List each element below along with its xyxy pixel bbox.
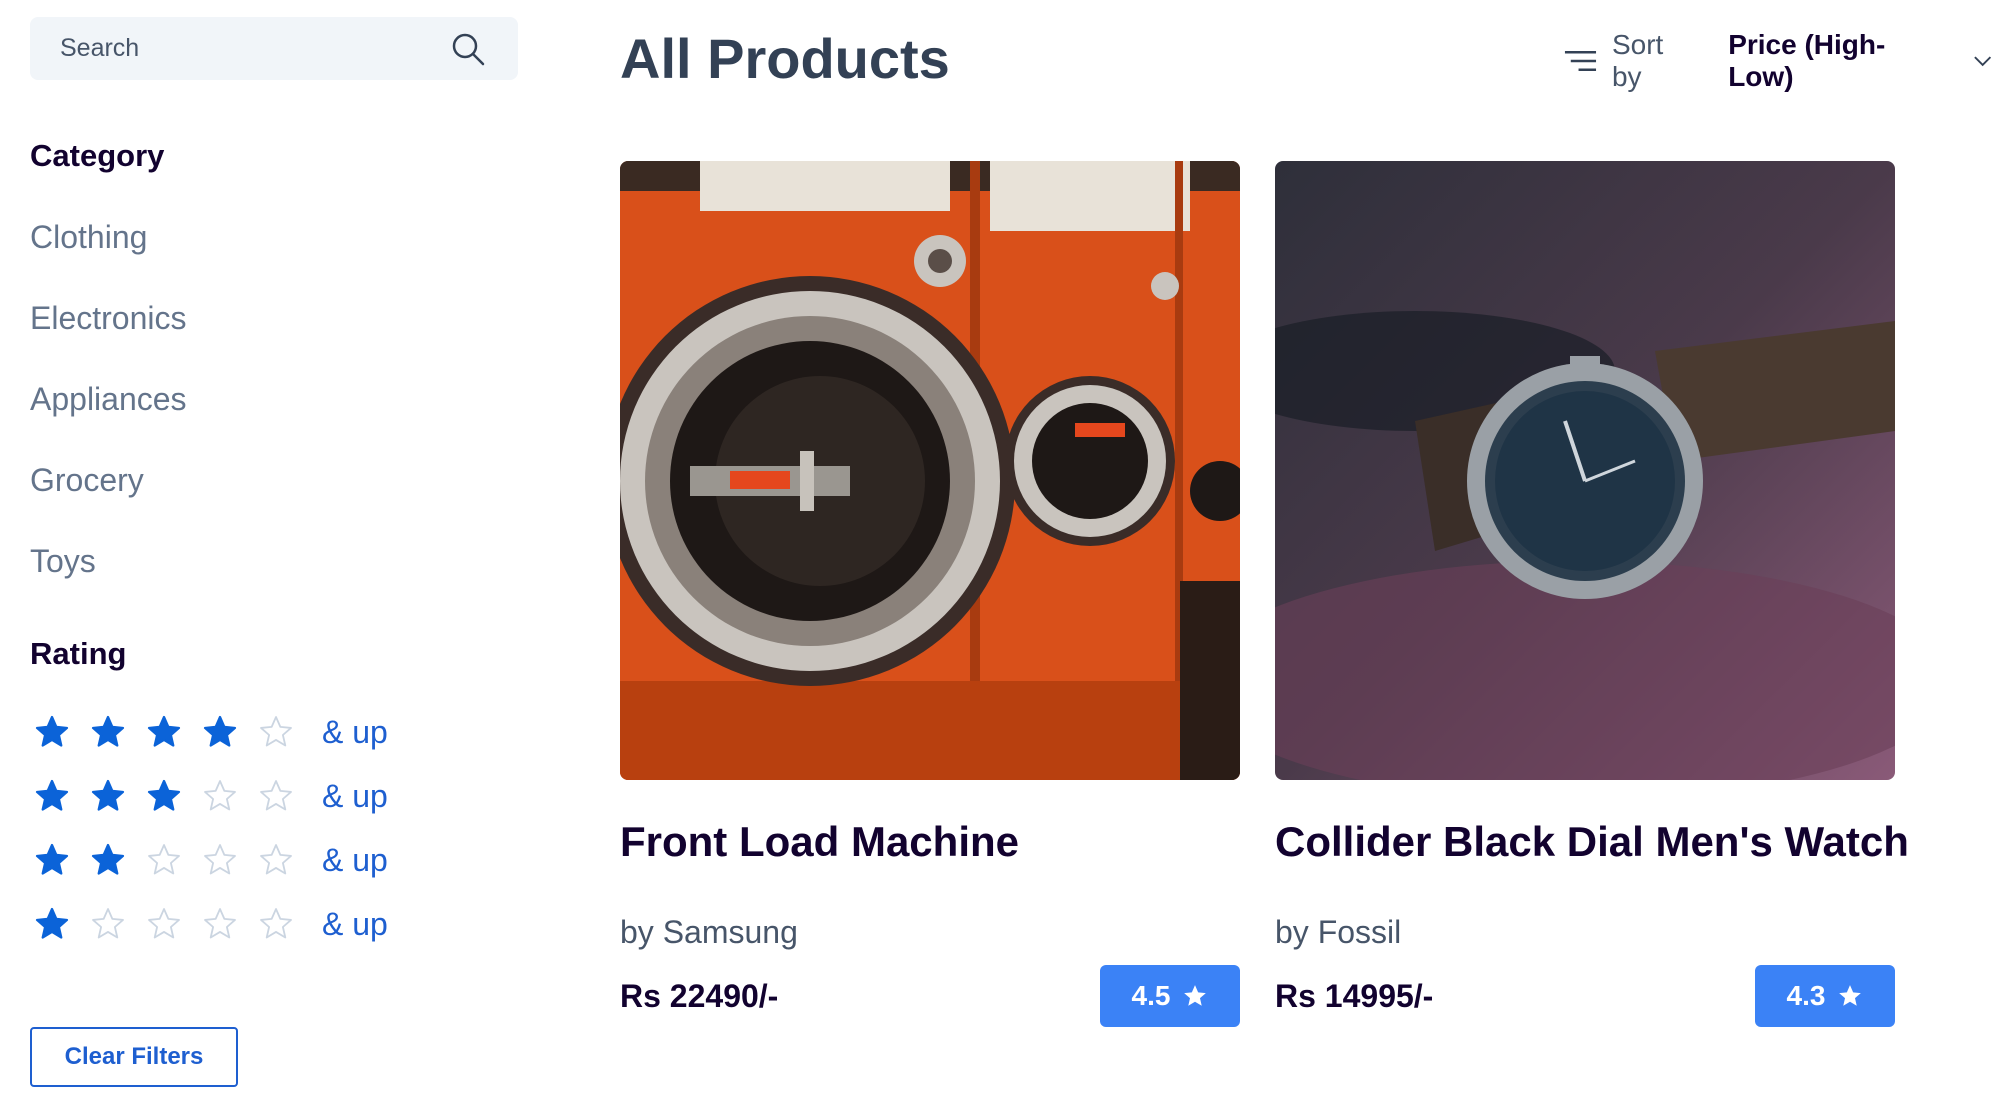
star-filled-icon [34,714,70,750]
product-price: Rs 22490/- [620,977,779,1014]
star-outline-icon [258,714,294,750]
star-outline-icon [202,778,238,814]
star-icon [1839,985,1862,1006]
star-outline-icon [146,842,182,878]
sort-dropdown[interactable]: Price (High-Low) [1728,29,1993,93]
star-outline-icon [202,842,238,878]
rating-filter-list: & up & up & up & up [30,700,388,956]
star-filled-icon [34,842,70,878]
category-item-electronics[interactable]: Electronics [30,293,187,374]
search-icon[interactable] [448,29,488,69]
product-card[interactable]: Collider Black Dial Men's Watch by Fossi… [1275,161,1909,1027]
star-outline-icon [258,906,294,942]
page-title: All Products [620,27,950,90]
sort-label: Sort by [1611,29,1664,92]
rating-and-up-label: & up [322,841,388,878]
star-outline-icon [90,906,126,942]
clear-filters-button[interactable]: Clear Filters [30,1027,238,1087]
rating-option-4-stars[interactable]: & up [30,700,388,764]
category-item-toys[interactable]: Toys [30,536,187,617]
category-item-grocery[interactable]: Grocery [30,455,187,536]
rating-option-2-stars[interactable]: & up [30,828,388,892]
rating-value: 4.5 [1131,980,1171,1011]
star-filled-icon [146,714,182,750]
star-icon [1184,985,1207,1006]
product-title[interactable]: Front Load Machine [620,818,1240,866]
rating-badge: 4.3 [1755,965,1895,1027]
rating-option-1-stars[interactable]: & up [30,892,388,956]
star-filled-icon [34,778,70,814]
rating-and-up-label: & up [322,905,388,942]
product-footer: Rs 14995/- 4.3 [1275,965,1895,1027]
category-list: Clothing Electronics Appliances Grocery … [30,212,187,617]
star-filled-icon [202,714,238,750]
rating-value: 4.3 [1786,980,1826,1011]
star-filled-icon [34,906,70,942]
rating-and-up-label: & up [322,713,388,750]
sort-value: Price (High-Low) [1728,29,1886,92]
product-image-watch[interactable] [1275,161,1895,780]
search-bar[interactable] [30,17,518,80]
product-brand: by Fossil [1275,914,1402,950]
product-image-washing-machine[interactable] [620,161,1240,780]
star-filled-icon [90,842,126,878]
star-filled-icon [90,714,126,750]
chevron-down-icon [1973,56,1991,67]
category-item-clothing[interactable]: Clothing [30,212,187,293]
product-footer: Rs 22490/- 4.5 [620,965,1240,1027]
star-filled-icon [146,778,182,814]
product-price: Rs 14995/- [1275,977,1434,1014]
rating-and-up-label: & up [322,777,388,814]
product-title[interactable]: Collider Black Dial Men's Watch [1275,818,1909,866]
rating-heading: Rating [30,636,127,671]
sort-icon [1564,51,1597,71]
product-card[interactable]: Front Load Machine by Samsung Rs 22490/-… [620,161,1240,1027]
category-item-appliances[interactable]: Appliances [30,374,187,455]
star-filled-icon [90,778,126,814]
star-outline-icon [202,906,238,942]
sort-bar: Sort by Price (High-Low) [1563,29,1993,92]
star-outline-icon [258,778,294,814]
search-input[interactable] [60,34,448,63]
star-outline-icon [258,842,294,878]
rating-badge: 4.5 [1100,965,1240,1027]
rating-option-3-stars[interactable]: & up [30,764,388,828]
product-brand: by Samsung [620,914,798,950]
category-heading: Category [30,138,165,173]
star-outline-icon [146,906,182,942]
